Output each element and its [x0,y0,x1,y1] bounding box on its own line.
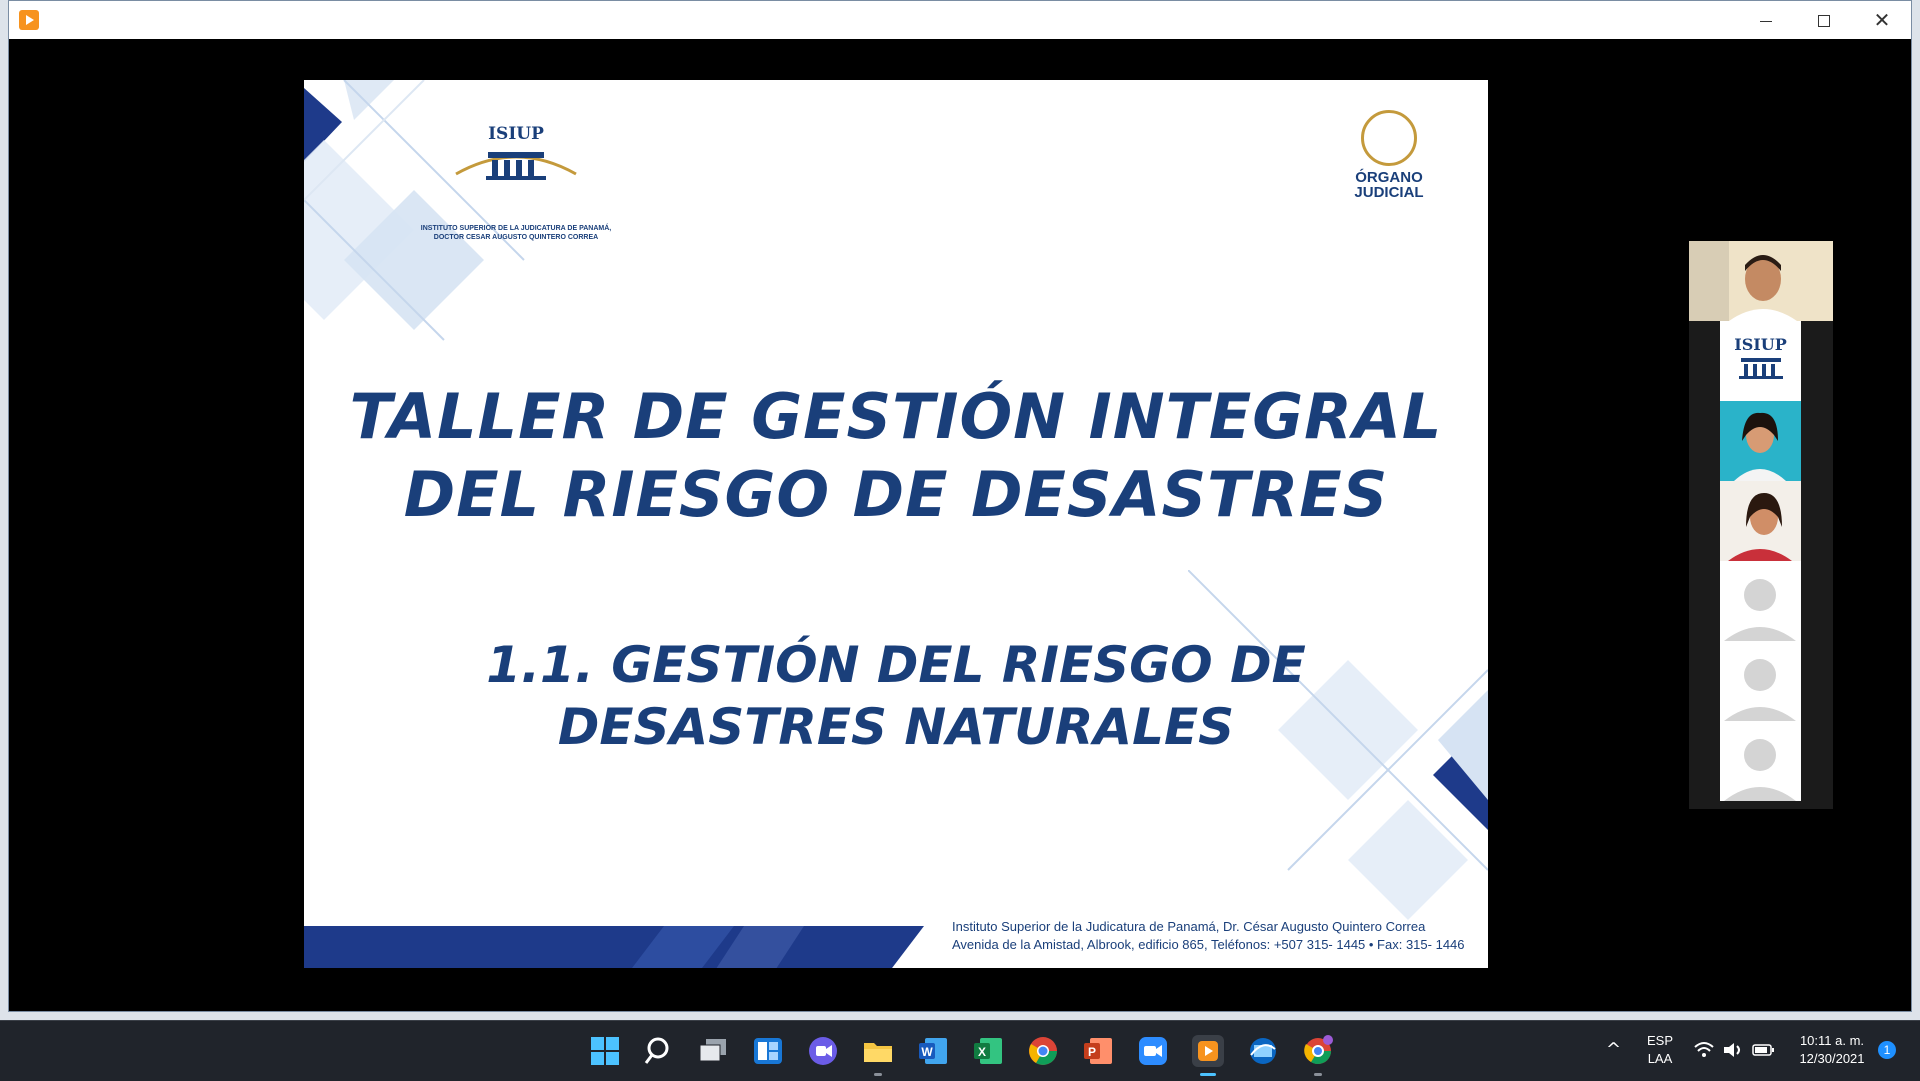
media-player-app-icon [19,10,39,30]
show-hidden-icons-icon[interactable]: ^ [1606,1039,1621,1060]
media-player-icon[interactable] [1192,1035,1224,1067]
taskbar: W X P ^ ESP LAA 10:11 a. m. 12/30/2021 [0,1020,1920,1081]
clock[interactable]: 10:11 a. m. 12/30/2021 [1790,1032,1874,1068]
isiup-tile-word: ISIUP [1734,335,1787,354]
participants-panel: ISIUP [1689,241,1833,809]
oj-logo-line1: ÓRGANO [1355,169,1423,186]
avatar-placeholder-tile[interactable] [1720,721,1801,801]
svg-text:X: X [978,1045,986,1059]
maximize-icon [1818,15,1830,28]
file-explorer-icon[interactable] [862,1035,894,1067]
search-icon[interactable] [643,1035,675,1067]
running-indicator [874,1073,882,1076]
minimize-button[interactable] [1737,1,1795,39]
slide-footer-line1: Instituto Superior de la Judicatura de P… [952,919,1426,934]
notification-badge[interactable]: 1 [1878,1041,1896,1059]
running-indicator [1314,1073,1322,1076]
language-indicator[interactable]: ESP LAA [1640,1032,1680,1068]
isiup-logo: ISIUP INSTITUTO SUPERIOR DE LA JUDICATUR… [416,124,616,241]
isiup-logo-tile[interactable]: ISIUP [1720,321,1801,401]
word-icon[interactable]: W [917,1035,949,1067]
participant-video [1720,401,1801,481]
courthouse-icon [455,152,577,180]
start-icon[interactable] [589,1035,621,1067]
isiup-caption-line2: DOCTOR CESAR AUGUSTO QUINTERO CORREA [433,234,599,241]
speaker-video [1689,241,1833,321]
participant-video-tile[interactable] [1720,481,1801,561]
title-bar[interactable]: ✕ [9,1,1911,39]
participant-video-tile[interactable] [1720,401,1801,481]
isiup-logo-caption: INSTITUTO SUPERIOR DE LA JUDICATURA DE P… [416,224,616,242]
presentation-slide: ISIUP INSTITUTO SUPERIOR DE LA JUDICATUR… [304,80,1488,968]
powerpoint-icon[interactable]: P [1082,1035,1114,1067]
excel-icon[interactable]: X [972,1035,1004,1067]
user-avatar-icon [1724,739,1796,801]
slide-title-line2: DEL RIESGO DE DESASTRES [403,458,1389,531]
slide-title: TALLER DE GESTIÓN INTEGRAL DEL RIESGO DE… [304,378,1488,534]
minimize-icon [1760,20,1772,22]
speaker-video-tile[interactable] [1689,241,1833,321]
widgets-icon[interactable] [752,1035,784,1067]
close-icon: ✕ [1873,8,1891,32]
battery-icon[interactable] [1752,1043,1776,1057]
volume-icon[interactable] [1722,1041,1744,1059]
footer-stripe [304,926,924,968]
maximize-button[interactable] [1795,1,1853,39]
isiup-caption-line1: INSTITUTO SUPERIOR DE LA JUDICATURA DE P… [420,225,612,232]
slide-subtitle-line2: DESASTRES NATURALES [557,698,1235,756]
svg-text:W: W [921,1045,933,1059]
slide-footer-line2: Avenida de la Amistad, Albrook, edificio… [952,937,1465,952]
language-line1: ESP [1646,1033,1673,1048]
isiup-logo-word: ISIUP [488,124,544,144]
slide-subtitle-line1: 1.1. GESTIÓN DEL RIESGO DE [486,636,1306,694]
oj-logo-line2: JUDICIAL [1354,184,1424,201]
wifi-icon[interactable] [1694,1041,1714,1059]
task-view-icon[interactable] [697,1035,729,1067]
chrome-icon[interactable] [1027,1035,1059,1067]
justice-seal-icon [1361,110,1417,166]
clock-time: 10:11 a. m. [1799,1033,1865,1048]
slide-subtitle: 1.1. GESTIÓN DEL RIESGO DE DESASTRES NAT… [304,634,1488,758]
avatar-placeholder-tile[interactable] [1720,641,1801,721]
teams-chat-icon[interactable] [807,1035,839,1067]
participant-video [1720,481,1801,561]
media-window: ✕ ISIUP INSTITUTO SUPERIOR DE LA JUDICAT… [8,0,1912,1012]
remote-desktop-icon[interactable] [1247,1035,1279,1067]
chrome-profile-icon[interactable] [1302,1035,1334,1067]
isiup-tile-courthouse-icon [1738,358,1783,379]
slide-footer: Instituto Superior de la Judicatura de P… [952,918,1465,954]
close-button[interactable]: ✕ [1853,1,1911,39]
running-indicator [1200,1073,1216,1076]
organo-judicial-logo: ÓRGANO JUDICIAL [1344,110,1434,210]
slide-title-line1: TALLER DE GESTIÓN INTEGRAL [349,380,1443,453]
zoom-icon[interactable] [1137,1035,1169,1067]
avatar-placeholder-tile[interactable] [1720,561,1801,641]
user-avatar-icon [1724,579,1796,641]
clock-date: 12/30/2021 [1799,1051,1865,1066]
decorative-pattern-top-left [304,80,525,341]
user-avatar-icon [1724,659,1796,721]
svg-text:P: P [1088,1045,1096,1059]
language-line2: LAA [1647,1051,1673,1066]
